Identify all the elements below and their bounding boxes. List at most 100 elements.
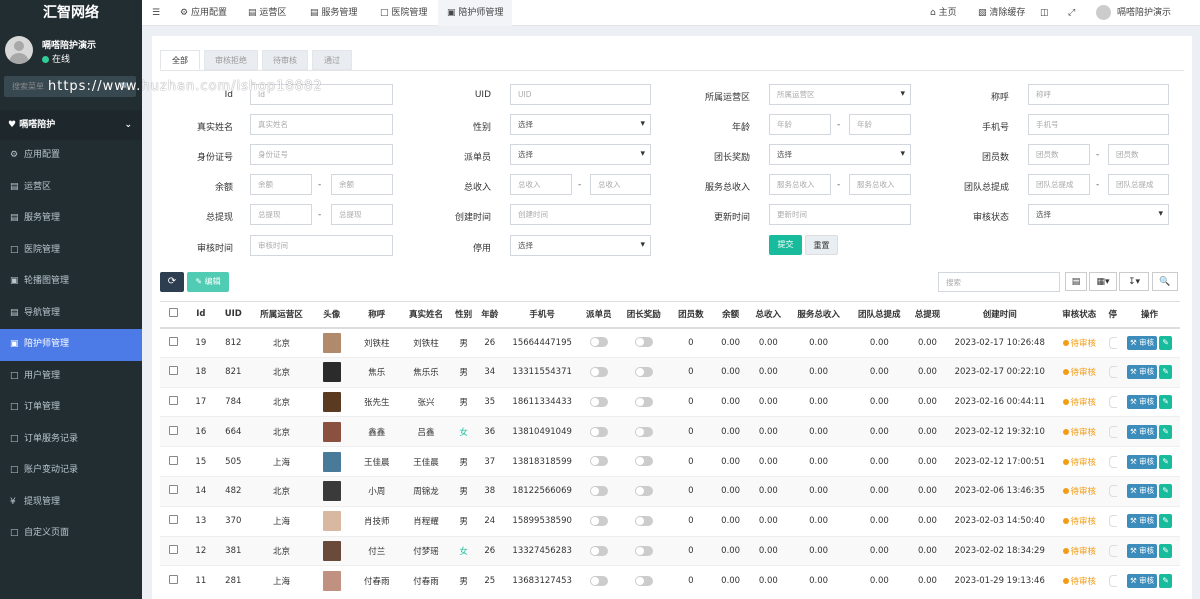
filter-tab-rejected[interactable]: 审核拒绝 [204,50,258,70]
filter-tab-all[interactable]: 全部 [160,50,200,70]
disabled-toggle[interactable] [1108,485,1117,498]
checkbox[interactable] [169,395,179,405]
dispatcher-toggle[interactable] [589,426,608,437]
edit-row-button[interactable]: ✎ [1159,454,1173,469]
disabled-toggle[interactable] [1108,544,1117,557]
sidebar-item-hospital[interactable]: □ 医院管理 [0,235,142,267]
tab-caregiver[interactable]: ▣ 陪护师管理 [438,0,513,26]
leader-reward-toggle[interactable] [634,426,653,437]
table-view-icon[interactable]: ▤ [1065,272,1087,291]
dispatcher-toggle[interactable] [589,456,608,467]
edit-row-button[interactable]: ✎ [1159,424,1173,439]
edit-row-button[interactable]: ✎ [1159,365,1173,380]
disabled-select[interactable]: 选择 [510,235,651,256]
row-checkbox[interactable] [160,565,188,596]
language-icon[interactable]: ◫ [1040,0,1049,26]
leader-reward-toggle[interactable] [634,515,653,526]
edit-row-button[interactable]: ✎ [1159,514,1173,529]
table-search-input[interactable]: 搜索 [938,272,1060,292]
dispatcher-toggle[interactable] [589,515,608,526]
leader-reward-toggle[interactable] [634,456,653,467]
col-leader-reward[interactable]: 团长奖励 [616,301,671,329]
dispatcher-toggle[interactable] [589,486,608,497]
balance-min-input[interactable]: 余额 [250,174,312,195]
row-checkbox[interactable] [160,356,188,388]
col-withdraw[interactable]: 总提现 [907,301,948,329]
reset-button[interactable]: 重置 [805,235,838,255]
row-checkbox[interactable] [160,386,188,417]
col-region[interactable]: 所属运营区 [252,301,311,329]
col-created[interactable]: 创建时间 [947,301,1053,329]
row-checkbox[interactable] [160,475,188,507]
balance-max-input[interactable]: 余额 [331,174,393,195]
disabled-toggle[interactable] [1108,366,1117,379]
avatar-image[interactable] [322,571,341,592]
row-checkbox[interactable] [160,327,188,358]
idcard-input[interactable]: 身份证号 [250,144,393,165]
checkbox[interactable] [169,308,179,318]
app-logo[interactable]: 汇智网络 [0,0,142,26]
service-income-min-input[interactable]: 服务总收入 [769,174,831,195]
sidebar-item-service[interactable]: ▤ 服务管理 [0,203,142,235]
col-id[interactable]: Id [187,301,215,329]
sidebar-item-custom-page[interactable]: □ 自定义页面 [0,518,142,550]
sidebar-item-app-config[interactable]: ⚙ 应用配置 [0,140,142,172]
dispatcher-toggle[interactable] [589,337,608,348]
col-disabled[interactable]: 停 [1106,301,1120,329]
tab-region[interactable]: ▤ 运营区 [248,0,286,26]
disabled-toggle[interactable] [1108,575,1117,588]
phone-input[interactable]: 手机号 [1028,114,1169,135]
withdraw-max-input[interactable]: 总提现 [331,204,393,225]
fullscreen-icon[interactable]: ⤢ [1068,0,1075,26]
col-gender[interactable]: 性别 [451,301,477,329]
sidebar-item-order[interactable]: □ 订单管理 [0,392,142,424]
audit-button[interactable]: ⚒ 审核 [1126,574,1158,589]
topbar-user[interactable]: 嗝嗒陪护演示 [1096,0,1171,26]
avatar-image[interactable] [322,332,341,353]
row-checkbox[interactable] [160,446,188,477]
leader-reward-toggle[interactable] [634,337,653,348]
audit-button[interactable]: ⚒ 审核 [1126,454,1158,469]
audit-button[interactable]: ⚒ 审核 [1126,365,1158,380]
clear-cache-button[interactable]: ▧ 清除缓存 [978,0,1025,26]
col-income[interactable]: 总收入 [750,301,787,329]
sidebar-item-withdraw[interactable]: ¥ 提现管理 [0,487,142,519]
dispatcher-toggle[interactable] [589,545,608,556]
checkbox[interactable] [169,455,179,465]
avatar-image[interactable] [322,391,341,412]
sidebar-group-header[interactable]: ♥ 嗝嗒陪护 ⌄ [0,110,142,140]
leader-reward-toggle[interactable] [634,396,653,407]
leader-reward-toggle[interactable] [634,575,653,586]
gender-select[interactable]: 选择 [510,114,651,135]
avatar-image[interactable] [322,511,341,532]
search-icon[interactable]: 🔍 [1152,272,1178,291]
audit-button[interactable]: ⚒ 审核 [1126,394,1158,409]
leader-reward-toggle[interactable] [634,486,653,497]
disabled-toggle[interactable] [1108,336,1117,349]
row-checkbox[interactable] [160,505,188,537]
dispatcher-toggle[interactable] [589,575,608,586]
sidebar-item-region[interactable]: ▤ 运营区 [0,172,142,204]
dispatcher-toggle[interactable] [589,396,608,407]
home-link[interactable]: ⌂ 主页 [930,0,957,26]
menu-toggle-icon[interactable]: ☰ [152,0,160,26]
tab-app-config[interactable]: ⚙ 应用配置 [180,0,227,26]
columns-icon[interactable]: ▦▾ [1089,272,1117,291]
income-min-input[interactable]: 总收入 [510,174,572,195]
submit-button[interactable]: 提交 [769,235,802,255]
updated-input[interactable]: 更新时间 [769,204,911,225]
checkbox[interactable] [169,515,179,525]
sidebar-item-account-log[interactable]: □ 账户变动记录 [0,455,142,487]
leader-reward-toggle[interactable] [634,366,653,377]
disabled-toggle[interactable] [1108,455,1117,468]
disabled-toggle[interactable] [1108,425,1117,438]
tab-service[interactable]: ▤ 服务管理 [310,0,357,26]
service-income-max-input[interactable]: 服务总收入 [849,174,911,195]
col-nickname[interactable]: 称呼 [352,301,401,329]
col-members[interactable]: 团员数 [670,301,711,329]
audit-button[interactable]: ⚒ 审核 [1126,335,1158,350]
created-input[interactable]: 创建时间 [510,204,651,225]
col-balance[interactable]: 余额 [710,301,751,329]
disabled-toggle[interactable] [1108,515,1117,528]
withdraw-min-input[interactable]: 总提现 [250,204,312,225]
